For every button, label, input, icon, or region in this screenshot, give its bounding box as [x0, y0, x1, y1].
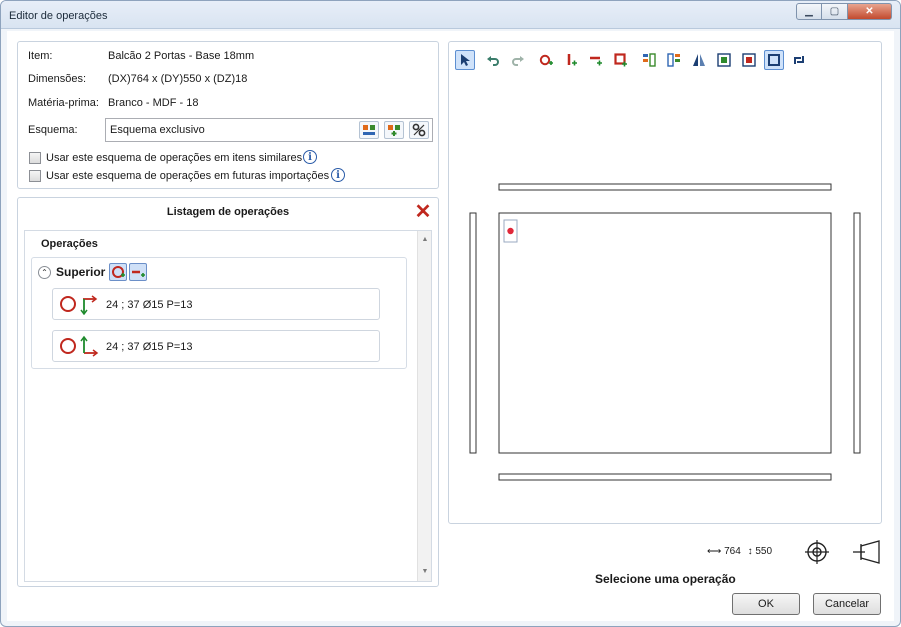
- dimensions-label: Dimensões:: [28, 73, 87, 85]
- similar-items-checkbox[interactable]: [29, 152, 41, 164]
- scroll-up-icon[interactable]: ▲: [418, 233, 432, 247]
- scheme-field[interactable]: Esquema exclusivo: [105, 118, 433, 142]
- align-top-icon[interactable]: [639, 50, 659, 70]
- panel-face: [498, 212, 832, 454]
- scheme-add-icon[interactable]: [384, 121, 404, 139]
- future-imports-checkbox[interactable]: [29, 170, 41, 182]
- axis-icon: [80, 295, 98, 315]
- window-controls: ▁ ▢ ✕: [796, 3, 892, 20]
- width-arrow-icon: ⟷: [707, 546, 722, 557]
- drawing-toolbar: [455, 50, 814, 72]
- hole-icon: [60, 338, 76, 354]
- unlink-scheme-icon[interactable]: [409, 121, 429, 139]
- dimensions-value: (DX)764 x (DY)550 x (DZ)18: [108, 73, 248, 85]
- face-edges-icon[interactable]: [764, 50, 784, 70]
- material-value: Branco - MDF - 18: [108, 97, 199, 109]
- scheme-label: Esquema:: [28, 124, 78, 136]
- perspective-icon[interactable]: [851, 539, 885, 565]
- drawing-canvas-panel: [448, 41, 882, 524]
- client-area: Item: Balcão 2 Portas - Base 18mm Dimens…: [7, 31, 894, 621]
- hole-icon: [60, 296, 76, 312]
- right-edge-strip: [853, 212, 861, 454]
- rotate-icon[interactable]: [789, 50, 809, 70]
- scheme-import-icon[interactable]: [359, 121, 379, 139]
- dimension-status: ⟷ 764 ↕ 550: [707, 539, 887, 565]
- hole-marker: [507, 227, 514, 235]
- title-bar: Editor de operações ▁ ▢ ✕: [1, 1, 900, 29]
- operation-text: 24 ; 37 Ø15 P=13: [106, 299, 193, 311]
- target-icon[interactable]: [803, 539, 831, 565]
- similar-items-label: Usar este esquema de operações em itens …: [46, 152, 303, 164]
- list-item[interactable]: 24 ; 37 Ø15 P=13: [52, 288, 380, 320]
- redo-icon[interactable]: [508, 50, 528, 70]
- item-value: Balcão 2 Portas - Base 18mm: [108, 50, 255, 62]
- item-info-panel: Item: Balcão 2 Portas - Base 18mm Dimens…: [17, 41, 439, 189]
- face-back-icon[interactable]: [739, 50, 759, 70]
- pointer-icon[interactable]: [455, 50, 475, 70]
- material-label: Matéria-prima:: [28, 97, 99, 109]
- scheme-value: Esquema exclusivo: [110, 124, 205, 136]
- window-title: Editor de operações: [9, 10, 108, 22]
- minimize-button[interactable]: ▁: [796, 3, 822, 20]
- height-arrow-icon: ↕: [747, 546, 753, 557]
- axis-icon: [80, 335, 99, 357]
- maximize-button[interactable]: ▢: [822, 3, 848, 20]
- left-edge-strip: [469, 212, 477, 454]
- close-window-button[interactable]: ✕: [848, 3, 892, 20]
- delete-operation-icon[interactable]: ✕: [414, 202, 432, 222]
- group-name: Superior: [56, 265, 106, 279]
- top-edge-strip: [498, 183, 832, 191]
- future-imports-label: Usar este esquema de operações em futura…: [46, 170, 330, 182]
- collapse-icon[interactable]: ⌃: [38, 266, 51, 279]
- height-value: 550: [755, 546, 773, 557]
- add-cut-icon[interactable]: [129, 263, 147, 281]
- list-title: Listagem de operações: [166, 206, 290, 218]
- dimension-readout: ⟷ 764 ↕ 550: [707, 546, 772, 557]
- bottom-edge-strip: [498, 473, 832, 481]
- operations-heading: Operações: [41, 238, 98, 250]
- status-message: Selecione uma operação: [595, 572, 736, 586]
- list-header: Listagem de operações ✕: [18, 198, 438, 226]
- face-front-icon[interactable]: [714, 50, 734, 70]
- horizontal-cut-icon[interactable]: [586, 50, 606, 70]
- operations-list[interactable]: Operações ⌃ Superior 24 ; 37 Ø15 P=13 24…: [24, 230, 432, 582]
- width-value: 764: [724, 546, 741, 557]
- operations-list-panel: Listagem de operações ✕ Operações ⌃ Supe…: [17, 197, 439, 587]
- item-label: Item:: [28, 50, 53, 62]
- info-icon[interactable]: i: [303, 150, 317, 164]
- part-drawing[interactable]: [449, 78, 881, 518]
- add-hole-icon[interactable]: [109, 263, 127, 281]
- info-icon[interactable]: i: [331, 168, 345, 182]
- mirror-icon[interactable]: [689, 50, 709, 70]
- cancel-button[interactable]: Cancelar: [813, 593, 881, 615]
- undo-icon[interactable]: [483, 50, 503, 70]
- pocket-icon[interactable]: [611, 50, 631, 70]
- operations-editor-window: Editor de operações ▁ ▢ ✕ Item: Balcão 2…: [0, 0, 901, 627]
- vertical-cut-icon[interactable]: [561, 50, 581, 70]
- operation-text: 24 ; 37 Ø15 P=13: [106, 341, 193, 353]
- ok-button[interactable]: OK: [732, 593, 800, 615]
- list-item[interactable]: 24 ; 37 Ø15 P=13: [52, 330, 380, 362]
- align-bottom-icon[interactable]: [664, 50, 684, 70]
- operation-group: ⌃ Superior 24 ; 37 Ø15 P=13 24 ; 37 Ø15 …: [31, 257, 407, 369]
- list-scrollbar[interactable]: ▲ ▼: [417, 231, 431, 581]
- hole-icon[interactable]: [536, 50, 556, 70]
- scroll-down-icon[interactable]: ▼: [418, 565, 432, 579]
